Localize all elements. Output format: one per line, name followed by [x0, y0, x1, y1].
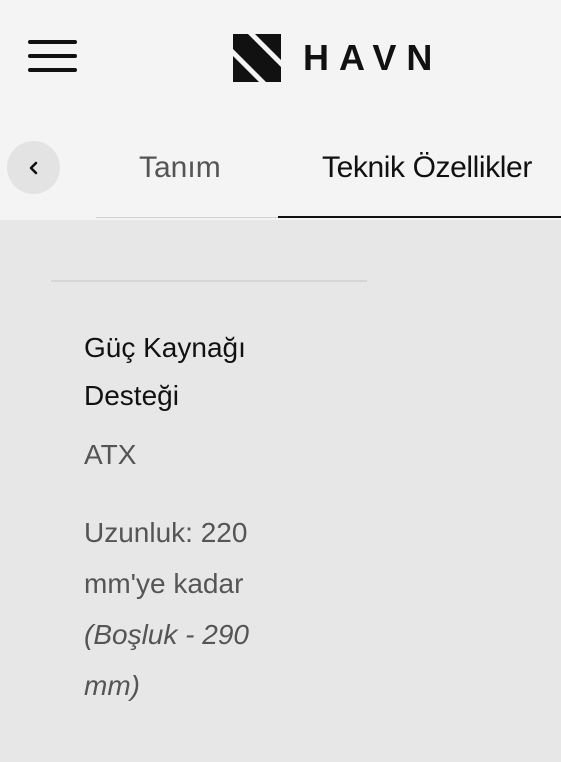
spec-title: Güç Kaynağı Desteği: [84, 332, 246, 411]
havn-logo-mark-icon: [233, 34, 281, 82]
spec-note-text: Uzunluk: 220 mm'ye kadar: [84, 517, 248, 599]
section-divider: [51, 280, 367, 282]
chevron-left-icon: [29, 161, 37, 174]
tabs-scroll-back-button[interactable]: [7, 141, 60, 194]
top-header: HAVN: [0, 0, 561, 118]
product-tabs: Tanım Teknik Özellikler: [0, 118, 561, 220]
spec-note-clearance: (Boşluk - 290 mm): [84, 619, 249, 701]
active-tab-indicator: [278, 216, 561, 218]
hamburger-menu-icon[interactable]: [26, 37, 80, 77]
tab-underline: [96, 217, 278, 218]
menu-line: [28, 40, 77, 44]
tab-tanim[interactable]: Tanım: [139, 148, 221, 188]
brand-name: HAVN: [303, 37, 443, 78]
product-spec-page: HAVN Tanım Teknik Özellikler Güç Kaynağı…: [0, 0, 561, 762]
brand-logo[interactable]: HAVN: [233, 34, 442, 82]
spec-note: Uzunluk: 220 mm'ye kadar (Boşluk - 290 m…: [84, 507, 299, 711]
technical-specs-panel: Güç Kaynağı Desteği ATX Uzunluk: 220 mm'…: [0, 220, 561, 762]
menu-line: [28, 68, 77, 72]
tab-teknik-ozellikler[interactable]: Teknik Özellikler: [322, 148, 532, 188]
menu-line: [28, 54, 77, 58]
spec-value: ATX: [84, 439, 137, 470]
